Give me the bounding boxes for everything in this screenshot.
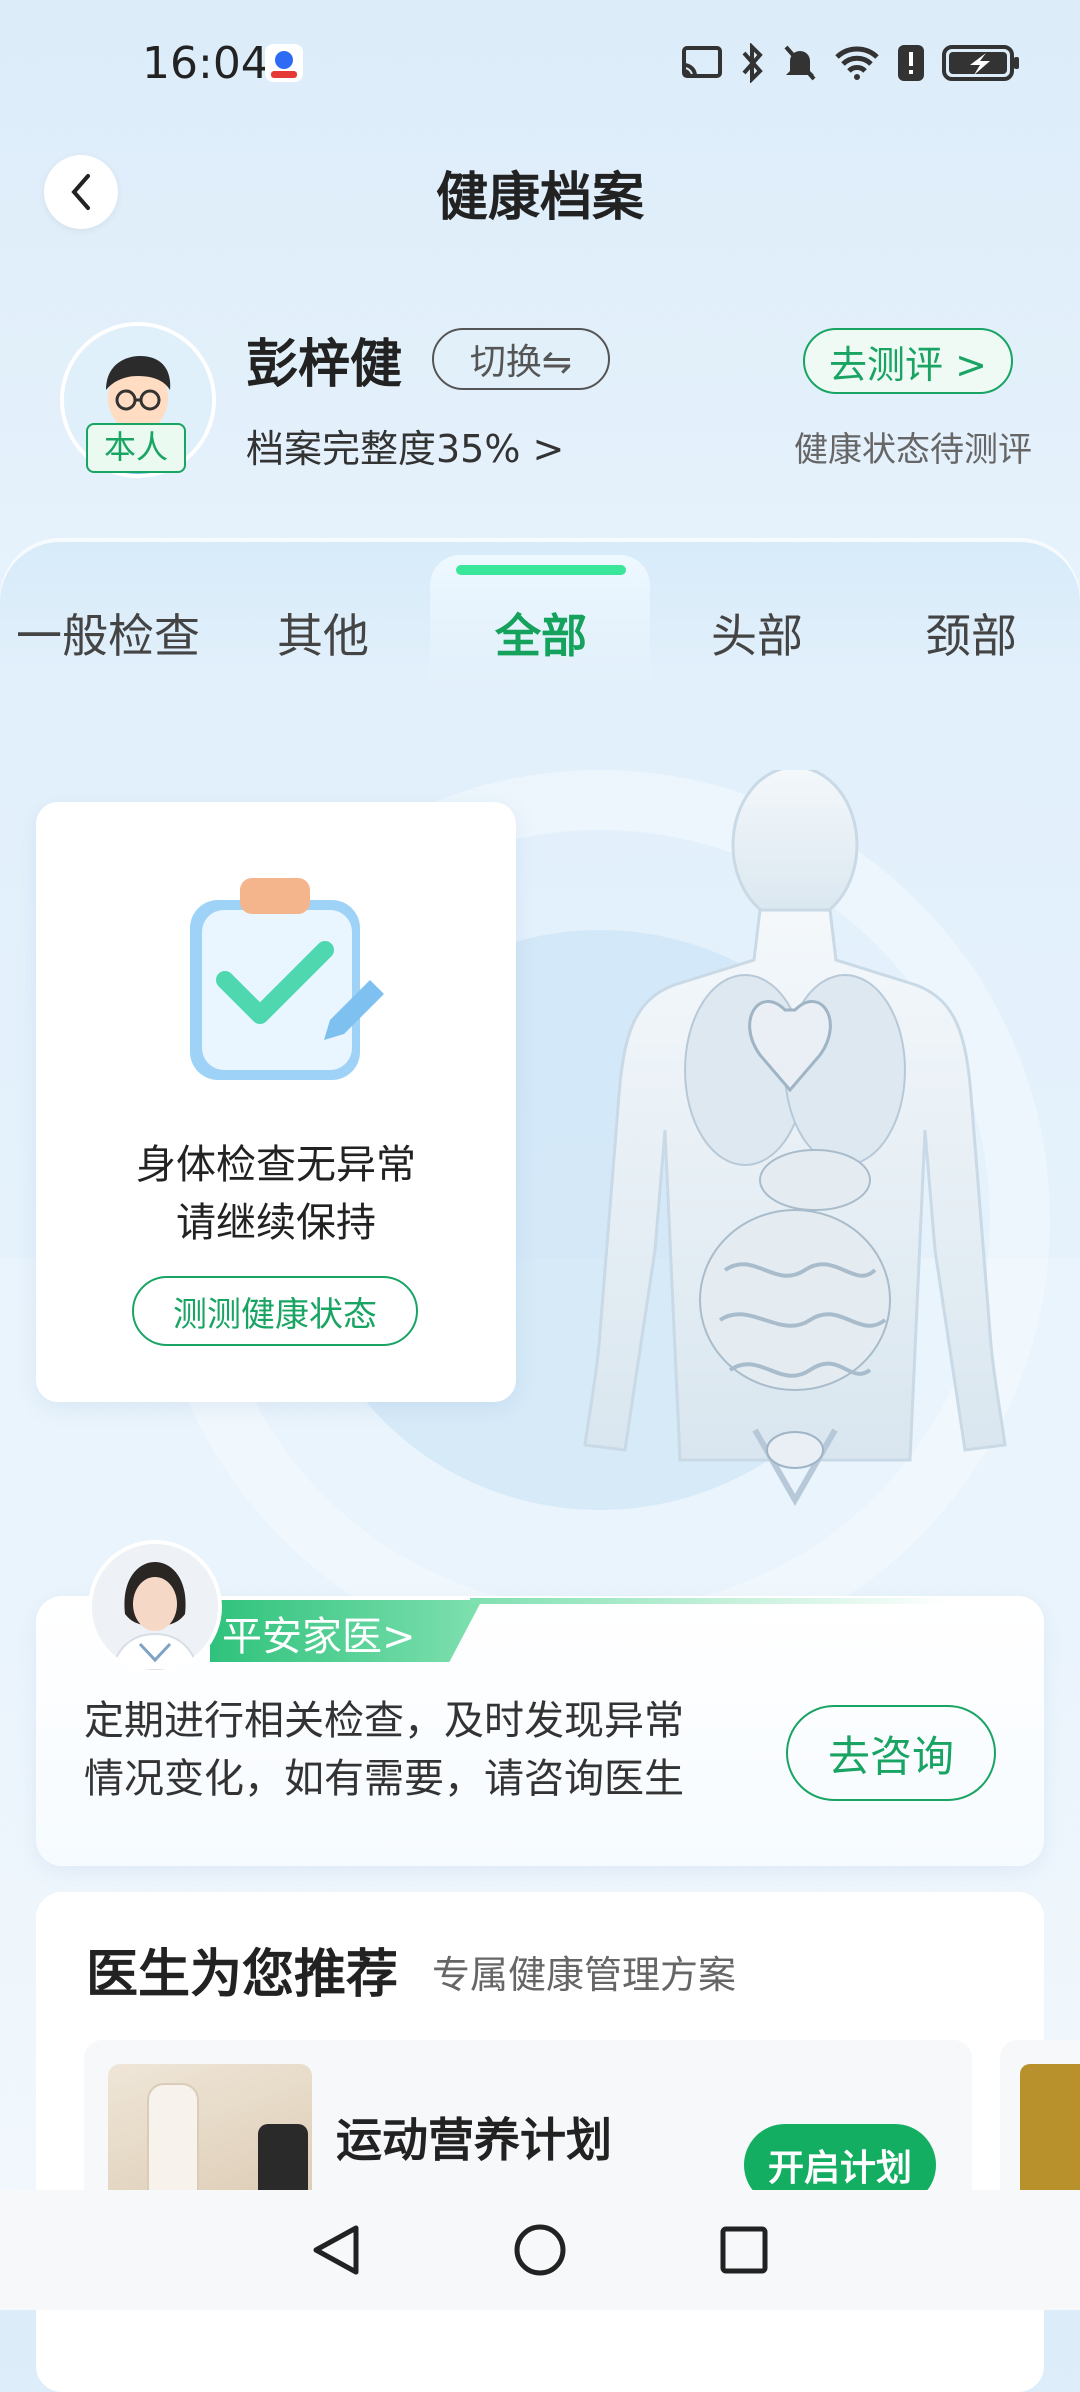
back-nav-icon[interactable] [310, 2222, 362, 2278]
status-icons [680, 38, 1022, 88]
plan-name: 运动营养计划 [336, 2113, 612, 2167]
doctor-advice-line2: 情况变化，如有需要，请咨询医生 [84, 1756, 684, 1802]
cast-icon [682, 46, 722, 78]
user-name: 彭梓健 [246, 335, 403, 395]
battery-charging-icon [942, 45, 1019, 81]
human-body-illustration [583, 770, 1007, 1507]
recommendation-subtitle: 专属健康管理方案 [432, 1953, 737, 1997]
test-health-status-button[interactable]: 测测健康状态 [132, 1276, 418, 1346]
tab-head[interactable]: 头部 [672, 600, 842, 666]
page-title: 健康档案 [435, 168, 644, 228]
tab-active-indicator [456, 565, 626, 575]
doctor-advice-line1: 定期进行相关检查，及时发现异常 [84, 1698, 684, 1744]
switch-profile-button[interactable]: 切换⇋ [432, 328, 610, 390]
home-nav-icon[interactable] [512, 2222, 568, 2278]
bluetooth-icon [742, 43, 763, 83]
family-doctor-link[interactable]: 平安家医> [222, 1604, 416, 1662]
status-message: 身体检查无异常 [136, 1142, 416, 1188]
health-status-pending: 健康状态待测评 [794, 430, 1032, 470]
status-time: 16:04 [142, 38, 269, 89]
profile-completeness-link[interactable]: 档案完整度35% > [246, 418, 564, 473]
tab-other[interactable]: 其他 [238, 600, 408, 666]
wifi-icon [835, 46, 879, 80]
self-badge: 本人 [86, 423, 186, 473]
system-nav-bar [0, 2190, 1080, 2310]
tab-all[interactable]: 全部 [456, 600, 626, 666]
clipboard-check-icon [190, 878, 384, 1080]
consult-button[interactable]: 去咨询 [786, 1705, 996, 1801]
doctor-avatar [88, 1540, 222, 1674]
tab-neck[interactable]: 颈部 [886, 600, 1056, 666]
doctor-tag-line [470, 1598, 950, 1604]
go-assess-button[interactable]: 去测评 > [803, 328, 1013, 394]
baidu-app-icon [265, 44, 303, 82]
tab-general-exam[interactable]: 一般检查 [8, 600, 208, 666]
mute-icon [784, 45, 816, 81]
recommendation-title: 医生为您推荐 [86, 1945, 399, 2005]
status-submessage: 请继续保持 [176, 1200, 376, 1246]
alert-icon [898, 45, 924, 81]
recents-nav-icon[interactable] [718, 2224, 770, 2276]
